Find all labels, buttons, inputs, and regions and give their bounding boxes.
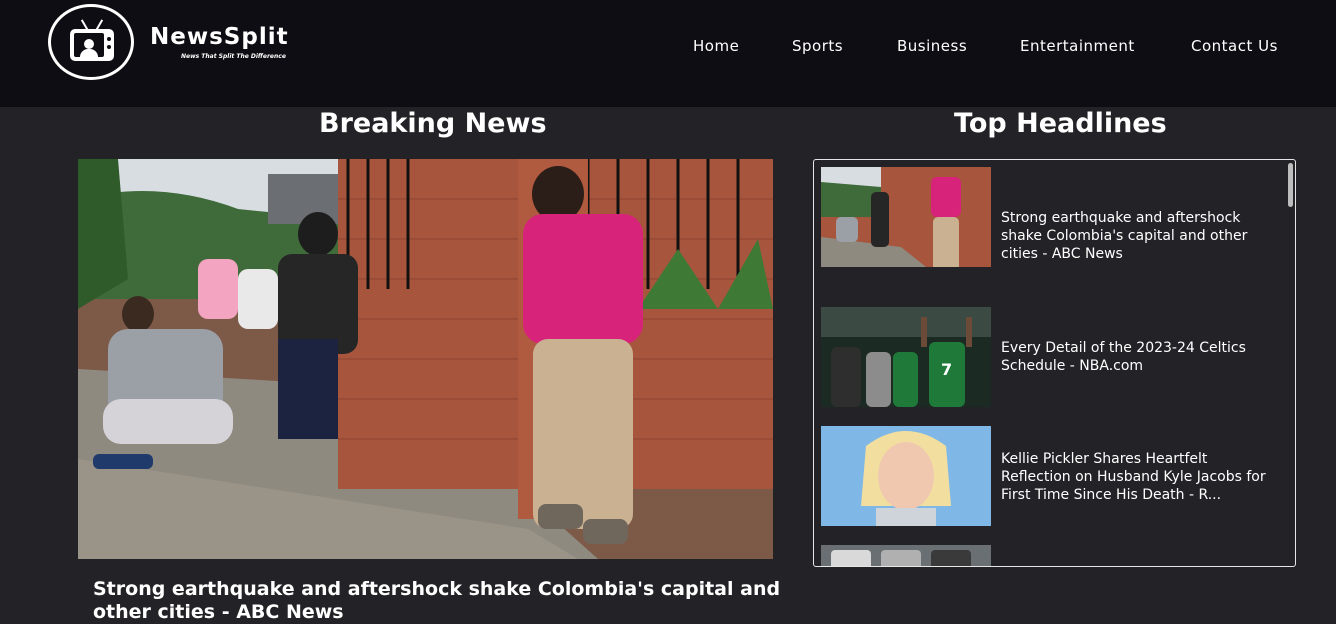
headline-title[interactable]: Every Detail of the 2023-24 Celtics Sche… <box>1001 339 1266 375</box>
headline-thumbnail[interactable] <box>821 426 991 526</box>
site-header: NewsSplit News That Split The Difference… <box>0 0 1336 107</box>
scrollbar-thumb[interactable] <box>1288 163 1293 207</box>
brand-tagline: News That Split The Difference <box>181 53 286 60</box>
breaking-news-image[interactable] <box>78 159 773 559</box>
svg-text:7: 7 <box>941 360 952 379</box>
top-headlines-title: Top Headlines <box>954 108 1167 139</box>
top-headlines-panel[interactable]: Strong earthquake and aftershock shake C… <box>813 159 1296 567</box>
breaking-news-title: Breaking News <box>319 108 547 139</box>
headline-item[interactable]: Strong earthquake and aftershock shake C… <box>821 167 1281 267</box>
nav-sports[interactable]: Sports <box>792 37 843 55</box>
headline-item[interactable]: Kellie Pickler Shares Heartfelt Reflecti… <box>821 426 1281 526</box>
headline-item[interactable]: 7 Every Detail of the 2023-24 Celtics Sc… <box>821 307 1281 407</box>
headline-thumbnail[interactable]: 7 <box>821 307 991 407</box>
headline-item[interactable] <box>821 545 1281 566</box>
nav-home[interactable]: Home <box>693 37 739 55</box>
headline-title[interactable]: Kellie Pickler Shares Heartfelt Reflecti… <box>1001 450 1266 504</box>
headline-thumbnail[interactable] <box>821 545 991 566</box>
headline-thumbnail[interactable] <box>821 167 991 267</box>
nav-business[interactable]: Business <box>897 37 967 55</box>
breaking-news-headline[interactable]: Strong earthquake and aftershock shake C… <box>93 578 783 624</box>
nav-entertainment[interactable]: Entertainment <box>1020 37 1135 55</box>
brand-name[interactable]: NewsSplit <box>150 24 289 50</box>
nav-contact-us[interactable]: Contact Us <box>1191 37 1278 55</box>
headline-title[interactable]: Strong earthquake and aftershock shake C… <box>1001 209 1266 263</box>
logo-tv-icon[interactable] <box>48 4 134 80</box>
